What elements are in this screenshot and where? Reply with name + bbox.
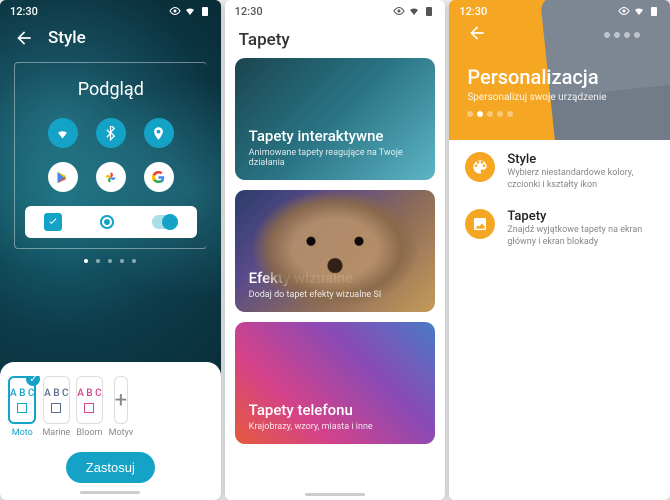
controls-preview bbox=[25, 206, 197, 238]
checkbox-preview bbox=[44, 213, 62, 231]
card-phone-wallpapers[interactable]: Tapety telefonu Krajobrazy, wzory, miast… bbox=[235, 322, 436, 444]
card-visual-effects[interactable]: Efekty wizualne Dodaj do tapet efekty wi… bbox=[235, 190, 436, 312]
theme-sample-text: A B C bbox=[44, 388, 68, 399]
phone-personalization: 12:30 Personalizacja Spersonalizuj swoje… bbox=[449, 0, 670, 500]
app-icons-row bbox=[23, 162, 199, 192]
theme-shape-icon bbox=[17, 403, 27, 413]
item-title: Tapety bbox=[507, 209, 654, 224]
theme-label: Motyv bbox=[109, 428, 134, 438]
location-icon bbox=[144, 118, 174, 148]
hero-dots bbox=[467, 111, 652, 117]
item-title: Style bbox=[507, 152, 654, 167]
theme-sample-text: A B C bbox=[77, 388, 101, 399]
card-subtitle: Krajobrazy, wzory, miasta i inne bbox=[249, 422, 422, 432]
google-icon bbox=[144, 162, 174, 192]
theme-label: Marine bbox=[42, 428, 70, 438]
theme-label: Bloom bbox=[76, 428, 102, 438]
page-title: Tapety bbox=[225, 22, 446, 58]
status-time: 12:30 bbox=[459, 5, 487, 18]
radio-preview bbox=[100, 215, 114, 229]
theme-card-marine[interactable]: A B C bbox=[43, 376, 69, 424]
battery-icon bbox=[648, 5, 660, 17]
header: Style bbox=[0, 22, 221, 54]
back-icon[interactable] bbox=[14, 28, 34, 48]
theme-card-bloom[interactable]: A B C bbox=[76, 376, 102, 424]
eye-icon bbox=[393, 5, 405, 17]
wifi-icon bbox=[633, 5, 645, 17]
settings-list: Style Wybierz niestandardowe kolory, czc… bbox=[449, 140, 670, 261]
theme-card-add[interactable]: + bbox=[114, 376, 128, 424]
card-title: Tapety telefonu bbox=[249, 401, 422, 419]
image-icon bbox=[465, 209, 495, 239]
wallpaper-categories[interactable]: Tapety interaktywne Animowane tapety rea… bbox=[225, 58, 446, 444]
card-interactive-wallpapers[interactable]: Tapety interaktywne Animowane tapety rea… bbox=[235, 58, 436, 180]
status-icons bbox=[169, 5, 211, 17]
home-indicator[interactable] bbox=[305, 493, 365, 496]
wifi-icon bbox=[408, 5, 420, 17]
phone-wallpapers: 12:30 Tapety Tapety interaktywne Animowa… bbox=[225, 0, 446, 500]
theme-shape-icon bbox=[84, 403, 94, 413]
theme-list[interactable]: A B C Moto A B C Marine A B C Bloom bbox=[8, 376, 213, 438]
phone-style: 12:30 Style Podgląd bbox=[0, 0, 221, 500]
card-subtitle: Animowane tapety reagujące na Twoje dzia… bbox=[249, 148, 422, 168]
page-indicator bbox=[0, 259, 221, 263]
status-time: 12:30 bbox=[10, 5, 38, 18]
list-item-wallpapers[interactable]: Tapety Znajdź wyjątkowe tapety na ekran … bbox=[465, 209, 654, 248]
palette-icon bbox=[465, 152, 495, 182]
switch-preview bbox=[152, 215, 178, 229]
hero-subtitle: Spersonalizuj swoje urządzenie bbox=[467, 92, 652, 103]
status-time: 12:30 bbox=[235, 5, 263, 18]
theme-sample-text: A B C bbox=[10, 388, 34, 399]
wifi-icon bbox=[184, 5, 196, 17]
hero-title: Personalizacja bbox=[467, 65, 652, 89]
preview-label: Podgląd bbox=[23, 79, 199, 100]
page-title: Style bbox=[48, 28, 86, 48]
wifi-toggle-icon bbox=[48, 118, 78, 148]
theme-shape-icon bbox=[51, 403, 61, 413]
battery-icon bbox=[423, 5, 435, 17]
bluetooth-icon bbox=[96, 118, 126, 148]
home-indicator[interactable] bbox=[80, 491, 140, 494]
status-bar: 12:30 bbox=[449, 0, 670, 22]
item-subtitle: Wybierz niestandardowe kolory, czcionki … bbox=[507, 168, 654, 191]
card-title: Efekty wizualne bbox=[249, 269, 422, 287]
item-subtitle: Znajdź wyjątkowe tapety na ekran główny … bbox=[507, 225, 654, 248]
status-icons bbox=[393, 5, 435, 17]
quick-settings-row bbox=[23, 118, 199, 148]
status-bar: 12:30 bbox=[225, 0, 446, 22]
list-item-style[interactable]: Style Wybierz niestandardowe kolory, czc… bbox=[465, 152, 654, 191]
card-title: Tapety interaktywne bbox=[249, 127, 422, 145]
back-button[interactable] bbox=[467, 23, 652, 47]
photos-icon bbox=[96, 162, 126, 192]
eye-icon bbox=[169, 5, 181, 17]
card-subtitle: Dodaj do tapet efekty wizualne SI bbox=[249, 290, 422, 300]
eye-icon bbox=[618, 5, 630, 17]
theme-selector-panel: A B C Moto A B C Marine A B C Bloom bbox=[0, 362, 221, 500]
play-store-icon bbox=[48, 162, 78, 192]
apply-button[interactable]: Zastosuj bbox=[66, 452, 155, 483]
theme-label: Moto bbox=[12, 428, 33, 438]
battery-icon bbox=[199, 5, 211, 17]
status-icons bbox=[618, 5, 660, 17]
theme-card-moto[interactable]: A B C bbox=[8, 376, 36, 424]
back-icon bbox=[467, 23, 487, 43]
style-preview-card: Podgląd bbox=[14, 62, 207, 249]
status-bar: 12:30 bbox=[0, 0, 221, 22]
